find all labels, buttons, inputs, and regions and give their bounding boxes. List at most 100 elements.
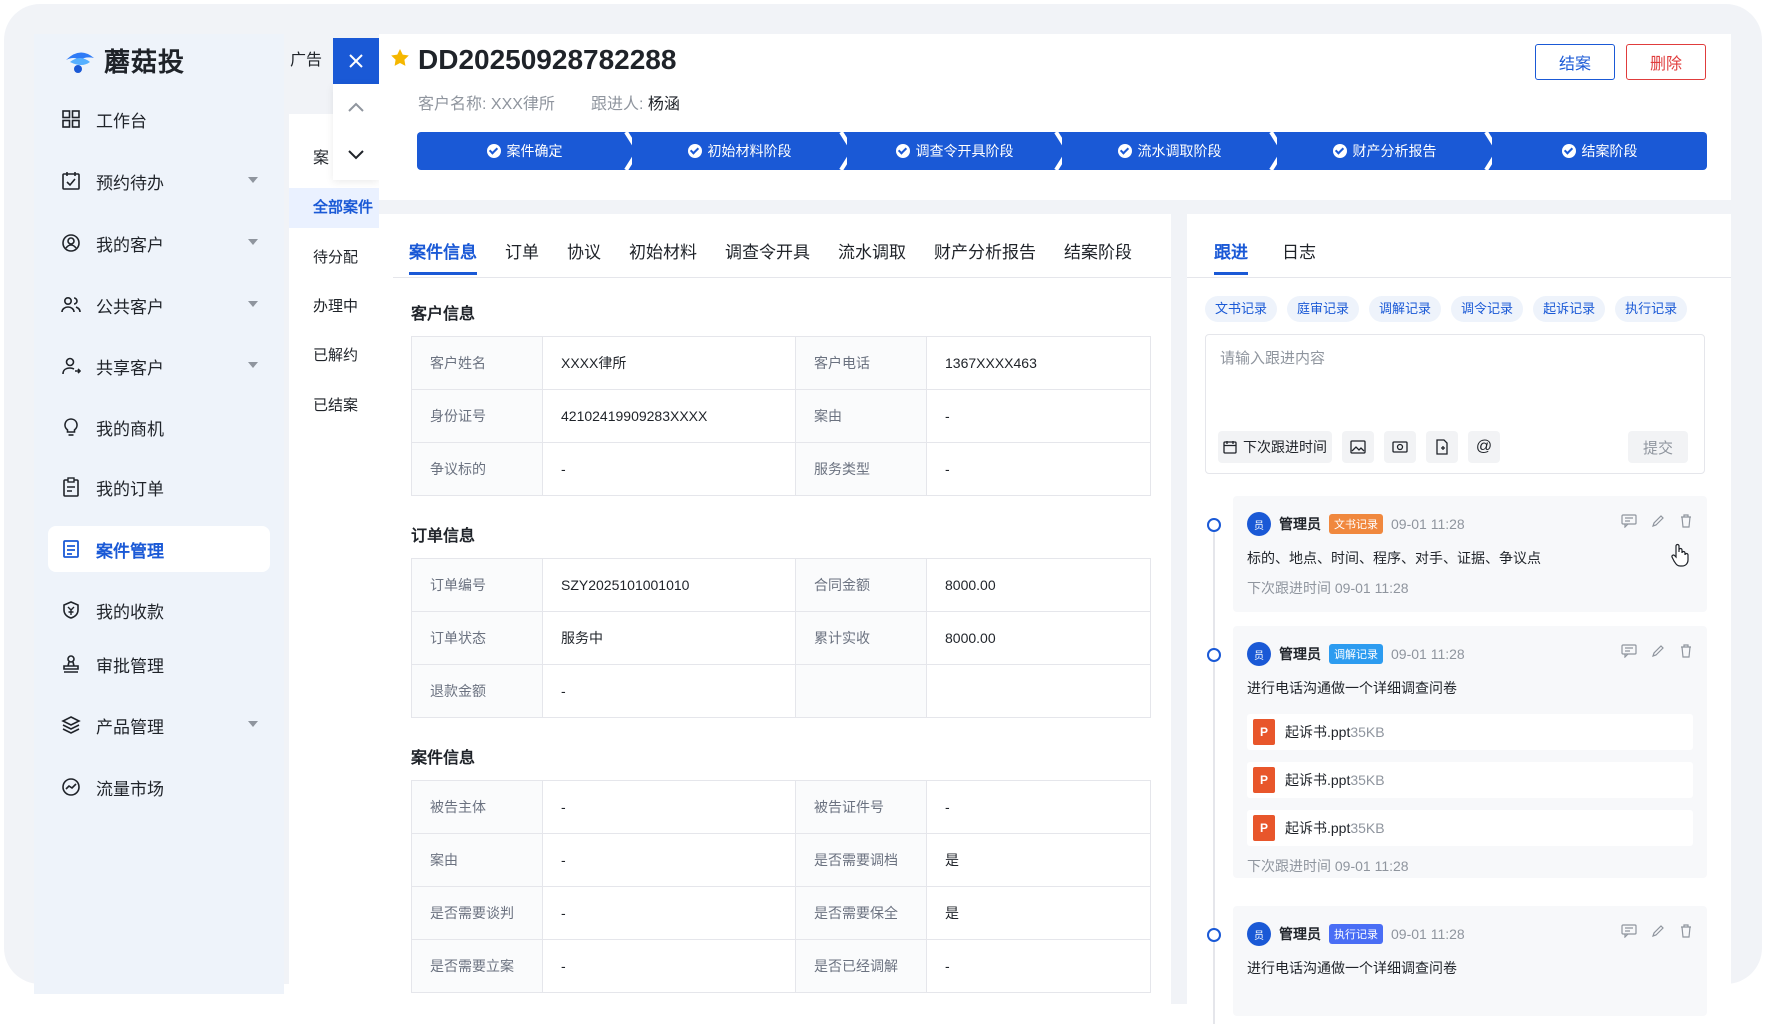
next-time-button[interactable]: 下次跟进时间: [1218, 431, 1332, 463]
edit-icon[interactable]: [1651, 644, 1665, 658]
close-case-button[interactable]: 结案: [1535, 44, 1615, 80]
field-value: -: [542, 886, 796, 940]
ad-label: 广告: [290, 52, 323, 69]
sidebar-item-label: 预约待办: [96, 173, 164, 193]
follow-up-entry: 员管理员 执行记录 09-01 11:28 进行电话沟通做一个详细调查问卷: [1233, 906, 1707, 1016]
attachment-file[interactable]: P 起诉书.ppt35KB: [1247, 762, 1693, 798]
sidebar-item-10[interactable]: 产品管理: [48, 702, 270, 748]
record-type-chip[interactable]: 调解记录: [1369, 296, 1442, 322]
follow-up-editor[interactable]: 请输入跟进内容 下次跟进时间 @ 提交: [1205, 334, 1705, 474]
next-follow-time: 下次跟进时间 09-01 11:28: [1247, 580, 1409, 596]
field-value: [926, 664, 1151, 718]
record-type-chip[interactable]: 庭审记录: [1287, 296, 1360, 322]
stage-step[interactable]: 案件确定: [417, 132, 632, 170]
case-filter-item[interactable]: 全部案件: [289, 188, 379, 228]
entry-user: 管理员: [1279, 646, 1321, 662]
caret-down-icon: [248, 301, 258, 307]
sidebar-item-label: 工作台: [96, 111, 147, 131]
attachment-file[interactable]: P 起诉书.ppt35KB: [1247, 714, 1693, 750]
entry-time: 09-01 11:28: [1391, 646, 1465, 662]
order-info-row: 订单编号 SZY2025101001010 合同金额 8000.00: [411, 558, 1151, 612]
field-label: 订单状态: [411, 611, 543, 665]
detail-tab[interactable]: 流水调取: [838, 238, 906, 275]
follow-tab[interactable]: 日志: [1282, 238, 1316, 275]
order-info-row: 退款金额 -: [411, 664, 1151, 718]
sidebar-item-label: 我的商机: [96, 419, 164, 439]
follow-up-input[interactable]: 请输入跟进内容: [1220, 347, 1325, 368]
attachment-file[interactable]: P 起诉书.ppt35KB: [1247, 810, 1693, 846]
file-size: 35KB: [1350, 772, 1385, 788]
sidebar-item-1[interactable]: 预约待办: [48, 158, 270, 204]
stage-step[interactable]: 流水调取阶段: [1062, 132, 1277, 170]
image-upload-button[interactable]: [1342, 431, 1374, 463]
sidebar-item-11[interactable]: 流量市场: [48, 764, 270, 810]
sidebar-item-6[interactable]: 我的订单: [48, 464, 270, 510]
detail-tab[interactable]: 协议: [567, 238, 601, 275]
stage-step[interactable]: 调查令开具阶段: [847, 132, 1062, 170]
trash-icon[interactable]: [1679, 514, 1693, 528]
entry-actions: [1621, 514, 1693, 528]
sidebar-item-9[interactable]: 审批管理: [48, 641, 270, 687]
chart-circle-icon: [60, 776, 82, 798]
comment-icon[interactable]: [1621, 644, 1637, 658]
record-type-chip[interactable]: 调令记录: [1451, 296, 1524, 322]
star-icon[interactable]: [390, 48, 410, 73]
field-value: -: [926, 442, 1151, 496]
case-filter-item[interactable]: 已解约: [289, 336, 379, 376]
edit-icon[interactable]: [1651, 924, 1665, 938]
caret-down-icon: [248, 721, 258, 727]
video-upload-button[interactable]: [1384, 431, 1416, 463]
entry-time: 09-01 11:28: [1391, 516, 1465, 532]
customer-info-table: 客户姓名 XXXX律所 客户电话 1367XXXX463 身份证号 42102419909…: [411, 336, 1151, 496]
sidebar-item-2[interactable]: 我的客户: [48, 220, 270, 266]
stage-step[interactable]: 初始材料阶段: [632, 132, 847, 170]
field-label: 案由: [411, 833, 543, 887]
mention-button[interactable]: @: [1468, 431, 1500, 463]
case-filter-item[interactable]: 已结案: [289, 386, 379, 426]
file-upload-button[interactable]: [1426, 431, 1458, 463]
sidebar-item-8[interactable]: 我的收款: [48, 587, 270, 633]
detail-tab[interactable]: 财产分析报告: [934, 238, 1036, 275]
previous-record-button[interactable]: [333, 84, 379, 130]
entry-user: 管理员: [1279, 926, 1321, 942]
sidebar-item-4[interactable]: 共享客户: [48, 343, 270, 389]
trash-icon[interactable]: [1679, 644, 1693, 658]
submit-button[interactable]: 提交: [1628, 431, 1688, 463]
case-filter-item[interactable]: 待分配: [289, 238, 379, 278]
sidebar-item-0[interactable]: 工作台: [48, 96, 270, 142]
edit-icon[interactable]: [1651, 514, 1665, 528]
comment-icon[interactable]: [1621, 514, 1637, 528]
delete-button[interactable]: 删除: [1626, 44, 1706, 80]
detail-tab[interactable]: 初始材料: [629, 238, 697, 275]
shield-money-icon: [60, 599, 82, 621]
entry-actions: [1621, 924, 1693, 938]
sidebar-item-7[interactable]: 案件管理: [48, 526, 270, 572]
case-filter-item[interactable]: 办理中: [289, 287, 379, 327]
caret-down-icon: [248, 177, 258, 183]
stage-step[interactable]: 结案阶段: [1492, 132, 1707, 170]
record-type-chip[interactable]: 文书记录: [1205, 296, 1278, 322]
record-type-chip[interactable]: 执行记录: [1615, 296, 1688, 322]
detail-tab[interactable]: 调查令开具: [725, 238, 810, 275]
field-label: 合同金额: [795, 558, 927, 612]
entry-user: 管理员: [1279, 516, 1321, 532]
follow-tab[interactable]: 跟进: [1214, 238, 1248, 275]
stage-label: 调查令开具阶段: [915, 143, 1014, 159]
field-value: -: [542, 833, 796, 887]
stage-label: 初始材料阶段: [707, 143, 792, 159]
trash-icon[interactable]: [1679, 924, 1693, 938]
detail-tab[interactable]: 结案阶段: [1064, 238, 1132, 275]
sidebar-item-5[interactable]: 我的商机: [48, 404, 270, 450]
sidebar: 蘑菇投 工作台 预约待办 我的客户 公共客户 共享客户 我的商机 我的订单 案件管理 我的收款审…: [34, 34, 284, 994]
comment-icon[interactable]: [1621, 924, 1637, 938]
sidebar-item-3[interactable]: 公共客户: [48, 282, 270, 328]
record-type-chip[interactable]: 起诉记录: [1533, 296, 1606, 322]
detail-tab[interactable]: 案件信息: [409, 238, 477, 275]
detail-tab[interactable]: 订单: [505, 238, 539, 275]
file-size: 35KB: [1350, 820, 1385, 836]
next-record-button[interactable]: [333, 132, 379, 178]
close-icon: [349, 54, 363, 68]
close-drawer-button[interactable]: [333, 38, 379, 84]
field-label: 是否需要立案: [411, 939, 543, 993]
stage-step[interactable]: 财产分析报告: [1277, 132, 1492, 170]
